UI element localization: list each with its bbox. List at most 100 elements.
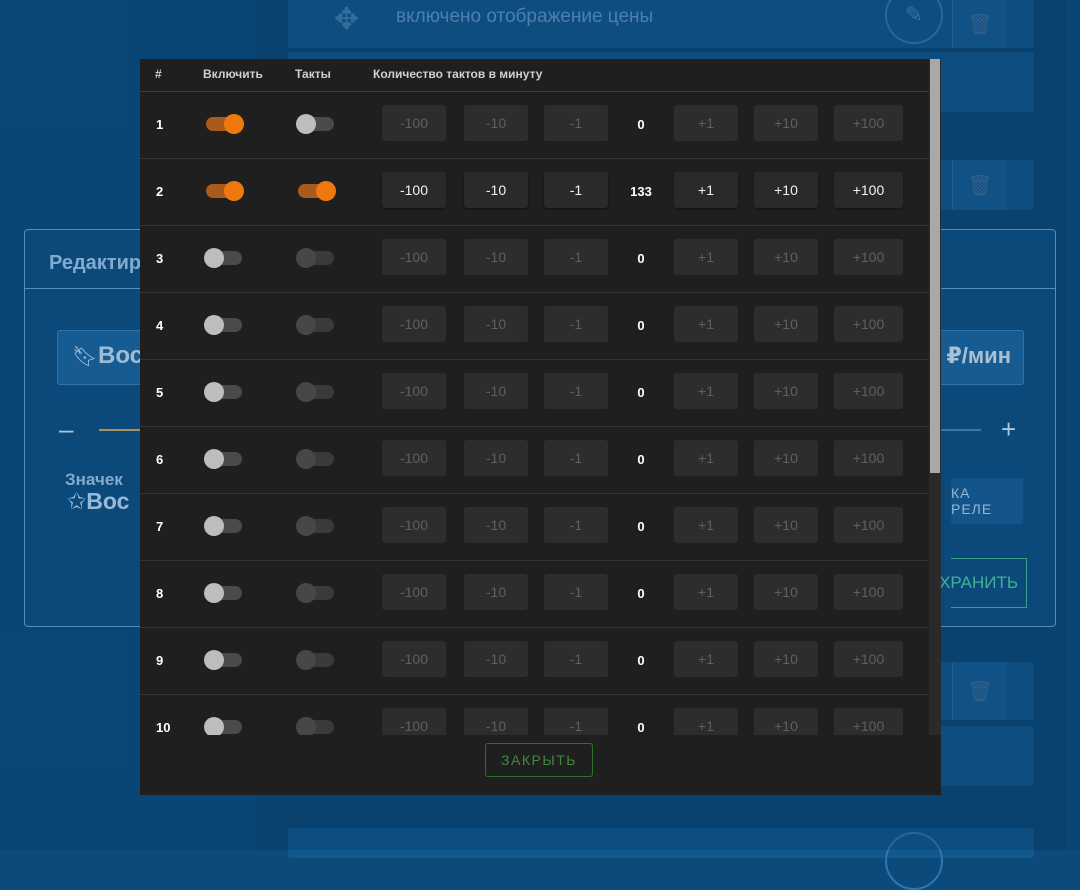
row-number: 1 xyxy=(156,117,164,132)
step-button[interactable]: +10 xyxy=(754,708,818,735)
scrollbar-thumb[interactable] xyxy=(930,59,940,473)
step-button[interactable]: +100 xyxy=(834,172,903,208)
step-button[interactable]: -1 xyxy=(544,105,608,141)
step-button[interactable]: -1 xyxy=(544,306,608,342)
step-button[interactable]: +1 xyxy=(674,440,738,476)
step-button[interactable]: -1 xyxy=(544,507,608,543)
step-button[interactable]: +10 xyxy=(754,574,818,610)
step-button[interactable]: -100 xyxy=(382,708,446,735)
step-button[interactable]: -10 xyxy=(464,440,528,476)
enable-toggle[interactable] xyxy=(204,315,242,335)
takts-toggle[interactable] xyxy=(296,583,334,603)
step-button[interactable]: -100 xyxy=(382,641,446,677)
step-button[interactable]: -1 xyxy=(544,574,608,610)
step-button[interactable]: -10 xyxy=(464,641,528,677)
step-button[interactable]: +100 xyxy=(834,306,903,342)
step-button[interactable]: +1 xyxy=(674,574,738,610)
enable-toggle[interactable] xyxy=(204,717,242,735)
table-row: 6 -100 -10 -1 +1 +10 +100 0 xyxy=(140,426,929,494)
takts-value: 133 xyxy=(630,184,652,199)
step-button[interactable]: +10 xyxy=(754,306,818,342)
header-num: # xyxy=(155,67,162,81)
step-button[interactable]: +10 xyxy=(754,373,818,409)
table-header: # Включить Такты Количество тактов в мин… xyxy=(140,59,929,92)
step-button[interactable]: -100 xyxy=(382,306,446,342)
step-button[interactable]: -100 xyxy=(382,574,446,610)
enable-toggle[interactable] xyxy=(204,583,242,603)
step-button[interactable]: +1 xyxy=(674,641,738,677)
step-button[interactable]: -1 xyxy=(544,373,608,409)
step-button[interactable]: -1 xyxy=(544,239,608,275)
takts-toggle[interactable] xyxy=(298,181,336,201)
step-button[interactable]: -10 xyxy=(464,373,528,409)
step-button[interactable]: -10 xyxy=(464,306,528,342)
step-button[interactable]: +100 xyxy=(834,105,903,141)
step-button[interactable]: -1 xyxy=(544,172,608,208)
table-row: 1 -100 -10 -1 +1 +10 +100 0 xyxy=(140,91,929,159)
row-number: 5 xyxy=(156,385,164,400)
step-button[interactable]: -10 xyxy=(464,172,528,208)
step-button[interactable]: -100 xyxy=(382,239,446,275)
step-button[interactable]: +100 xyxy=(834,507,903,543)
step-button[interactable]: +10 xyxy=(754,507,818,543)
step-button[interactable]: +1 xyxy=(674,239,738,275)
step-button[interactable]: +1 xyxy=(674,172,738,208)
takts-toggle[interactable] xyxy=(296,449,334,469)
step-button[interactable]: +10 xyxy=(754,239,818,275)
step-button[interactable]: -10 xyxy=(464,239,528,275)
step-button[interactable]: -1 xyxy=(544,708,608,735)
enable-toggle[interactable] xyxy=(204,516,242,536)
step-button[interactable]: -10 xyxy=(464,708,528,735)
enable-toggle[interactable] xyxy=(204,382,242,402)
enable-toggle[interactable] xyxy=(206,181,244,201)
step-button[interactable]: +10 xyxy=(754,172,818,208)
step-button[interactable]: +10 xyxy=(754,440,818,476)
step-button[interactable]: -10 xyxy=(464,574,528,610)
enable-toggle[interactable] xyxy=(204,449,242,469)
step-button[interactable]: +100 xyxy=(834,373,903,409)
takts-toggle[interactable] xyxy=(296,382,334,402)
takts-value: 0 xyxy=(637,720,645,735)
enable-toggle[interactable] xyxy=(206,114,244,134)
takts-toggle[interactable] xyxy=(296,315,334,335)
step-button[interactable]: -1 xyxy=(544,440,608,476)
step-button[interactable]: +100 xyxy=(834,574,903,610)
step-button[interactable]: -10 xyxy=(464,507,528,543)
header-count: Количество тактов в минуту xyxy=(373,67,543,81)
step-button[interactable]: +1 xyxy=(674,507,738,543)
step-button[interactable]: +1 xyxy=(674,306,738,342)
row-number: 9 xyxy=(156,653,164,668)
step-button[interactable]: +1 xyxy=(674,105,738,141)
table-row: 5 -100 -10 -1 +1 +10 +100 0 xyxy=(140,359,929,427)
modal-scroll-area[interactable]: # Включить Такты Количество тактов в мин… xyxy=(140,59,929,735)
step-button[interactable]: -100 xyxy=(382,105,446,141)
takts-toggle[interactable] xyxy=(296,248,334,268)
table-row: 8 -100 -10 -1 +1 +10 +100 0 xyxy=(140,560,929,628)
takts-toggle[interactable] xyxy=(296,516,334,536)
step-button[interactable]: +10 xyxy=(754,105,818,141)
enable-toggle[interactable] xyxy=(204,650,242,670)
step-button[interactable]: +1 xyxy=(674,373,738,409)
table-row: 10 -100 -10 -1 +1 +10 +100 0 xyxy=(140,694,929,735)
step-button[interactable]: -10 xyxy=(464,105,528,141)
takts-modal: # Включить Такты Количество тактов в мин… xyxy=(140,59,941,795)
step-button[interactable]: +1 xyxy=(674,708,738,735)
step-button[interactable]: -100 xyxy=(382,507,446,543)
step-button[interactable]: +100 xyxy=(834,708,903,735)
row-number: 4 xyxy=(156,318,164,333)
takts-toggle[interactable] xyxy=(296,717,334,735)
step-button[interactable]: +100 xyxy=(834,440,903,476)
takts-toggle[interactable] xyxy=(296,650,334,670)
close-button[interactable]: ЗАКРЫТЬ xyxy=(485,743,593,777)
takts-value: 0 xyxy=(637,318,645,333)
step-button[interactable]: +100 xyxy=(834,239,903,275)
scrollbar[interactable] xyxy=(929,59,941,735)
takts-toggle[interactable] xyxy=(296,114,334,134)
step-button[interactable]: -100 xyxy=(382,373,446,409)
step-button[interactable]: -100 xyxy=(382,172,446,208)
step-button[interactable]: +100 xyxy=(834,641,903,677)
step-button[interactable]: -100 xyxy=(382,440,446,476)
step-button[interactable]: +10 xyxy=(754,641,818,677)
step-button[interactable]: -1 xyxy=(544,641,608,677)
enable-toggle[interactable] xyxy=(204,248,242,268)
